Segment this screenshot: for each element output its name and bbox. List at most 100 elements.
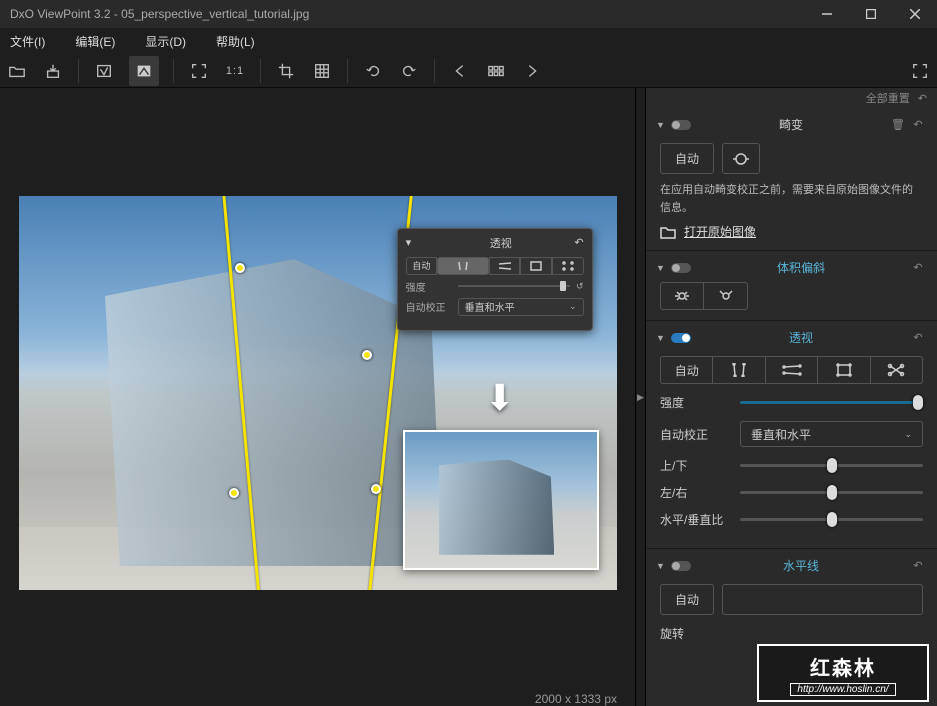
perspective-horizontal-icon[interactable]	[766, 356, 818, 384]
updown-slider[interactable]	[740, 464, 923, 467]
distortion-auto-button[interactable]: 自动	[660, 143, 714, 174]
redo-icon[interactable]	[398, 60, 420, 82]
watermark: 红森林 http://www.hoslin.cn/	[757, 644, 929, 702]
autocorrect-select[interactable]: 垂直和水平⌄	[740, 421, 923, 447]
leftright-label: 左/右	[660, 484, 730, 501]
controls-panel: 全部重置 ↶ ▼ 畸变 🗑 ↶ 自动 在应用自动畸变校正之前，需要来自原始图像文…	[645, 88, 937, 706]
section-title: 体积偏斜	[697, 259, 905, 276]
reset-icon[interactable]: ↶	[911, 118, 925, 131]
section-collapse-icon[interactable]: ▼	[656, 333, 665, 343]
reset-icon[interactable]: ↶	[911, 331, 925, 344]
section-toggle[interactable]	[671, 263, 691, 273]
window-title: DxO ViewPoint 3.2 - 05_perspective_verti…	[10, 7, 805, 21]
crop-icon[interactable]	[275, 60, 297, 82]
save-icon[interactable]	[42, 60, 64, 82]
rotate-label: 旋转	[660, 625, 730, 642]
section-toggle[interactable]	[671, 333, 691, 343]
close-button[interactable]	[893, 0, 937, 28]
overlay-autocorrect-select[interactable]: 垂直和水平⌄	[458, 298, 584, 316]
horizon-auto-button[interactable]: 自动	[660, 584, 714, 615]
main-image[interactable]: ▾ 透视 ↶ 自动	[19, 196, 617, 590]
overlay-title: 透视	[427, 235, 574, 251]
trash-icon[interactable]: 🗑	[891, 118, 905, 131]
section-title: 透视	[697, 329, 905, 346]
section-volume: ▼ 体积偏斜 ↶	[646, 251, 937, 321]
fit-screen-icon[interactable]	[188, 60, 210, 82]
menu-edit[interactable]: 编辑(E)	[71, 31, 119, 52]
watermark-name: 红森林	[767, 652, 919, 681]
section-collapse-icon[interactable]: ▼	[656, 263, 665, 273]
grid-icon[interactable]	[311, 60, 333, 82]
overlay-strength-label: 强度	[406, 279, 452, 294]
open-icon[interactable]	[6, 60, 28, 82]
folder-icon	[660, 225, 676, 239]
arrow-down-icon: ⬇	[485, 377, 515, 419]
strength-slider[interactable]	[740, 401, 923, 404]
overlay-collapse-icon[interactable]: ▾	[406, 236, 412, 249]
perspective-rectangle-icon[interactable]	[818, 356, 870, 384]
overlay-vertical-icon[interactable]	[437, 257, 489, 275]
result-preview	[403, 430, 599, 570]
menu-bar: 文件(I) 编辑(E) 显示(D) 帮助(L)	[0, 28, 937, 54]
menu-file[interactable]: 文件(I)	[6, 31, 49, 52]
nav-prev-icon[interactable]	[449, 60, 471, 82]
section-toggle[interactable]	[671, 561, 691, 571]
zoom-1to1-button[interactable]: 1:1	[224, 60, 246, 82]
reset-all-button[interactable]: 全部重置	[866, 90, 910, 106]
open-original-link[interactable]: 打开原始图像	[660, 223, 923, 240]
overlay-reset-icon[interactable]: ↶	[574, 236, 583, 249]
ratio-slider[interactable]	[740, 518, 923, 521]
perspective-8point-icon[interactable]	[871, 356, 923, 384]
ratio-label: 水平/垂直比	[660, 511, 730, 528]
reset-all-icon[interactable]: ↶	[918, 92, 927, 105]
section-collapse-icon[interactable]: ▼	[656, 120, 665, 130]
guide-handle[interactable]	[362, 350, 372, 360]
perspective-vertical-icon[interactable]	[713, 356, 765, 384]
overlay-strength-slider[interactable]	[458, 285, 570, 287]
horizon-tool-icon[interactable]	[722, 584, 923, 615]
overlay-auto-button[interactable]: 自动	[406, 257, 438, 275]
reset-icon[interactable]: ↶	[911, 261, 925, 274]
leftright-slider[interactable]	[740, 491, 923, 494]
main-toolbar: 1:1	[0, 54, 937, 88]
menu-help[interactable]: 帮助(L)	[212, 31, 259, 52]
title-bar: DxO ViewPoint 3.2 - 05_perspective_verti…	[0, 0, 937, 28]
minimize-button[interactable]	[805, 0, 849, 28]
watermark-url: http://www.hoslin.cn/	[790, 683, 895, 696]
image-dimensions: 2000 x 1333 px	[0, 688, 635, 706]
reset-icon[interactable]: ↶	[911, 559, 925, 572]
overlay-horizontal-icon[interactable]	[489, 257, 521, 275]
strength-label: 强度	[660, 394, 730, 411]
maximize-button[interactable]	[849, 0, 893, 28]
section-toggle[interactable]	[671, 120, 691, 130]
updown-label: 上/下	[660, 457, 730, 474]
perspective-auto-button[interactable]: 自动	[660, 356, 713, 384]
distortion-manual-icon[interactable]	[722, 143, 760, 174]
view-compare-icon[interactable]	[129, 56, 159, 86]
menu-view[interactable]: 显示(D)	[141, 31, 190, 52]
guide-handle[interactable]	[235, 263, 245, 273]
thumbnails-icon[interactable]	[485, 60, 507, 82]
section-title: 畸变	[697, 116, 885, 133]
section-horizon: ▼ 水平线 ↶ 自动 旋转	[646, 549, 937, 652]
view-single-icon[interactable]	[93, 60, 115, 82]
autocorrect-label: 自动校正	[660, 426, 730, 443]
overlay-rectangle-icon[interactable]	[520, 257, 552, 275]
fullscreen-icon[interactable]	[909, 60, 931, 82]
volume-horizontal-icon[interactable]	[660, 282, 704, 310]
perspective-overlay-panel: ▾ 透视 ↶ 自动	[397, 228, 593, 331]
guide-handle[interactable]	[371, 484, 381, 494]
overlay-strength-reset-icon[interactable]: ↺	[576, 281, 584, 292]
section-distortion: ▼ 畸变 🗑 ↶ 自动 在应用自动畸变校正之前，需要来自原始图像文件的信息。 打…	[646, 108, 937, 251]
distortion-note: 在应用自动畸变校正之前，需要来自原始图像文件的信息。	[660, 182, 923, 217]
guide-handle[interactable]	[229, 488, 239, 498]
canvas-area: ▾ 透视 ↶ 自动	[0, 88, 635, 706]
nav-next-icon[interactable]	[521, 60, 543, 82]
section-collapse-icon[interactable]: ▼	[656, 561, 665, 571]
section-title: 水平线	[697, 557, 905, 574]
undo-icon[interactable]	[362, 60, 384, 82]
overlay-autocorrect-label: 自动校正	[406, 299, 452, 314]
overlay-8point-icon[interactable]	[552, 257, 584, 275]
panel-splitter[interactable]: ▶	[635, 88, 645, 706]
volume-diagonal-icon[interactable]	[704, 282, 748, 310]
